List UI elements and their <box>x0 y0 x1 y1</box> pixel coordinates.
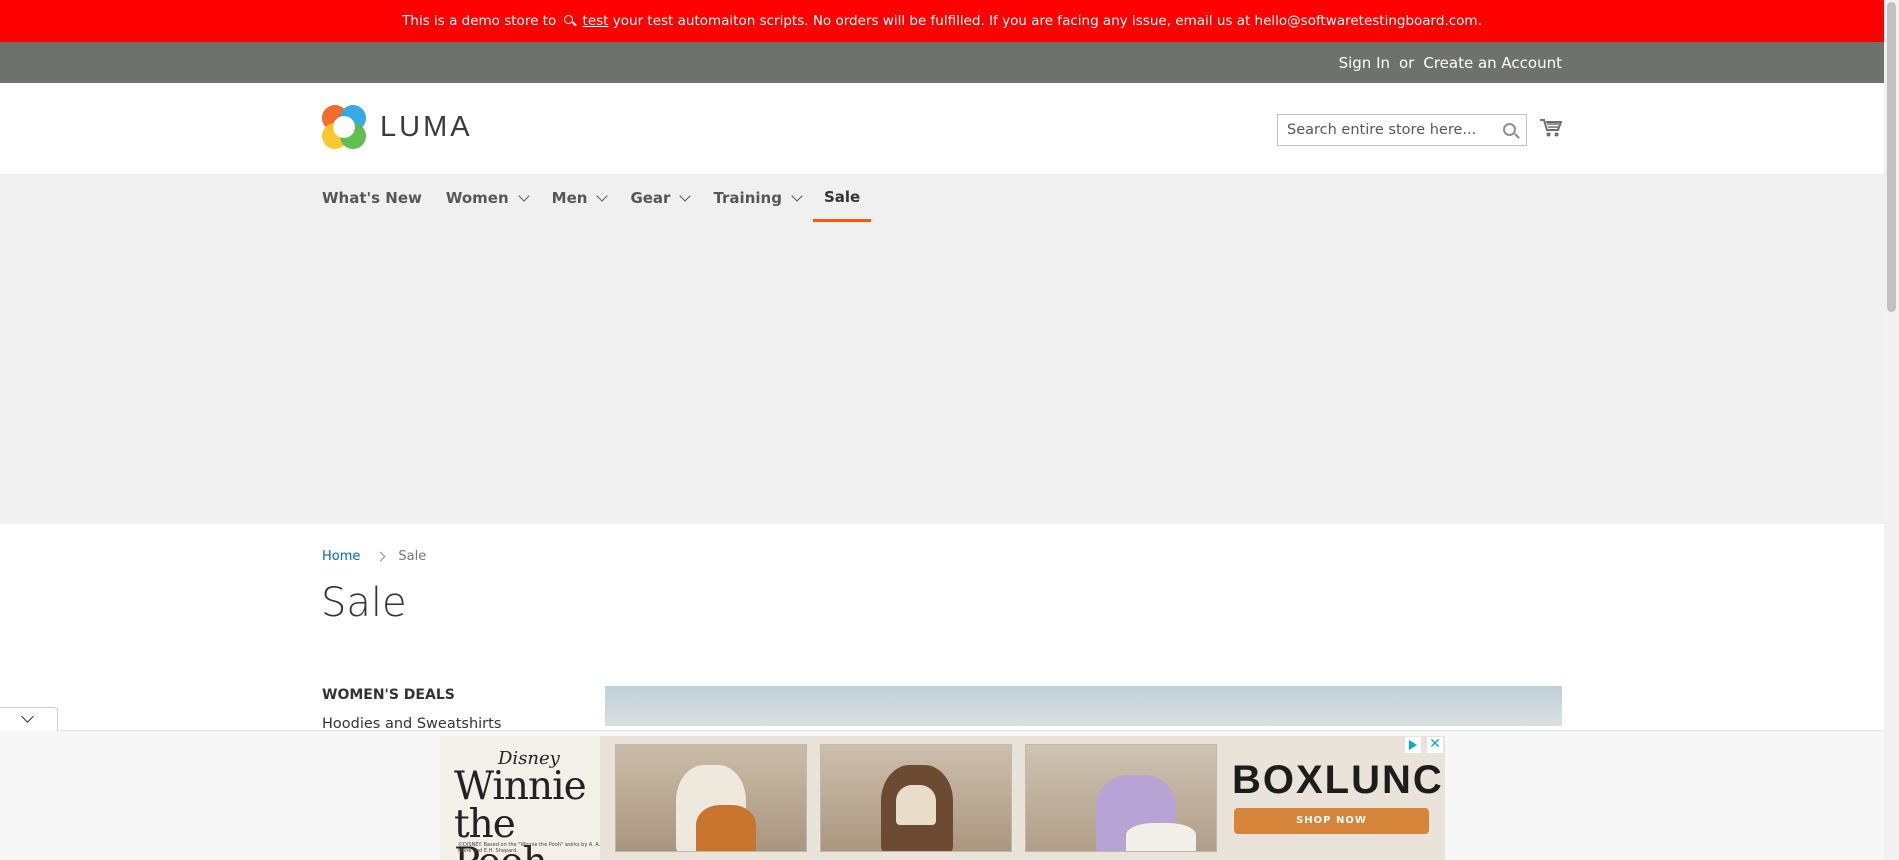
chevron-right-icon <box>375 551 386 562</box>
ad-fine-print: ©DISNEY. Based on the "Winnie the Pooh" … <box>458 842 601 854</box>
notice-prefix: This is a demo store to <box>402 13 557 29</box>
breadcrumb-current: Sale <box>398 549 427 564</box>
chevron-down-icon <box>21 710 34 723</box>
nav-label: Sale <box>823 187 861 206</box>
close-icon[interactable]: ✕ <box>1427 737 1443 753</box>
create-account-link[interactable]: Create an Account <box>1423 54 1562 72</box>
breadcrumb-home[interactable]: Home <box>322 549 360 564</box>
nav-item-sale[interactable]: Sale <box>812 174 872 222</box>
ad-shop-now-button[interactable]: SHOP NOW <box>1234 808 1429 834</box>
ad-photo-3 <box>1025 744 1217 852</box>
ad-choices-icon[interactable] <box>1405 737 1421 753</box>
search-box <box>1277 114 1527 146</box>
ad-banner[interactable]: Disney Winnie the Pooh ©DISNEY. Based on… <box>440 736 1445 860</box>
notice-test-link[interactable]: test <box>583 13 609 29</box>
header-links: Sign In or Create an Account <box>1339 54 1562 72</box>
ad-collapse-button[interactable] <box>0 707 58 731</box>
ad-brand: BOXLUNCH <box>1232 758 1445 802</box>
hero-banner-image[interactable] <box>605 686 1562 726</box>
nav-label: Men <box>551 189 588 207</box>
page-scrollbar[interactable] <box>1884 0 1899 860</box>
or-separator: or <box>1399 54 1415 72</box>
search-input[interactable] <box>1278 115 1488 145</box>
nav-item-training[interactable]: Training <box>701 174 812 222</box>
chevron-down-icon <box>596 189 609 202</box>
logo-text: LUMA <box>380 110 473 143</box>
main-nav: What's New Women Men Gear Training Sale <box>322 174 872 224</box>
nav-item-whats-new[interactable]: What's New <box>322 174 434 222</box>
chevron-down-icon <box>791 189 803 202</box>
notice-suffix: your test automaiton scripts. No orders … <box>612 13 1482 29</box>
header-panel: Sign In or Create an Account <box>0 42 1884 83</box>
chevron-down-icon <box>679 189 692 202</box>
nav-band <box>0 174 1884 524</box>
breadcrumb: Home Sale <box>322 549 426 564</box>
nav-item-gear[interactable]: Gear <box>618 174 701 222</box>
nav-label: Gear <box>630 189 671 207</box>
demo-notice-bar: This is a demo store to test your test a… <box>0 0 1884 42</box>
sign-in-link[interactable]: Sign In <box>1339 54 1390 72</box>
chevron-down-icon <box>517 189 530 202</box>
luma-logo-icon <box>322 105 366 149</box>
ad-left-panel: Disney Winnie the Pooh ©DISNEY. Based on… <box>440 736 600 860</box>
scrollbar-thumb[interactable] <box>1887 2 1896 312</box>
nav-label: Women <box>445 189 509 207</box>
ad-photo-1 <box>615 744 807 852</box>
sidebar-heading: WOMEN'S DEALS <box>322 687 455 703</box>
store-logo[interactable]: LUMA <box>322 105 473 149</box>
nav-label: What's New <box>322 189 422 207</box>
cart-icon[interactable] <box>1540 118 1562 138</box>
magnifier-icon <box>563 14 573 24</box>
page-title: Sale <box>321 580 407 626</box>
search-icon[interactable] <box>1503 123 1516 136</box>
ad-photo-2 <box>820 744 1012 852</box>
ad-title-line1: Winnie <box>454 764 587 809</box>
nav-item-men[interactable]: Men <box>540 174 619 222</box>
nav-item-women[interactable]: Women <box>434 174 540 222</box>
nav-label: Training <box>713 189 782 207</box>
